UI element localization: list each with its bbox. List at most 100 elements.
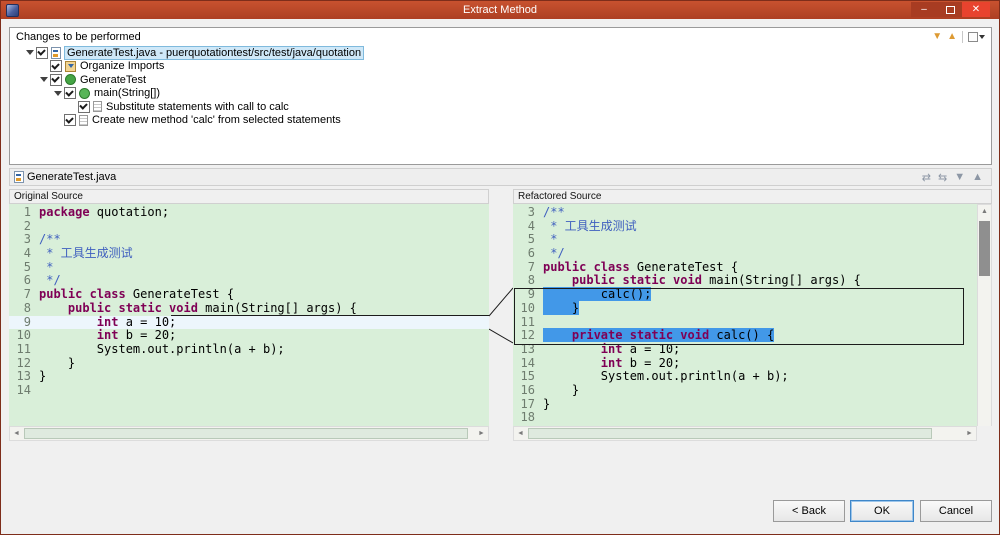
scroll-left-icon[interactable]: ◄ [514,427,527,440]
scroll-right-icon[interactable]: ► [963,427,976,440]
code-line: 2 [13,219,489,234]
code-line: 3 /** [517,205,977,220]
refactored-horizontal-scrollbar[interactable]: ◄ ► [513,426,977,441]
code-text: * [39,259,54,274]
scrollbar-thumb[interactable] [528,428,932,439]
code-text: */ [543,246,565,261]
extract-method-dialog: Extract Method – ✕ Changes to be perform… [0,0,1000,535]
scrollbar-thumb[interactable] [24,428,468,439]
tree-item-label: Organize Imports [80,60,165,73]
copy-change-icon[interactable]: ⇆ [938,171,947,184]
code-line: 10 int b = 20; [13,328,489,343]
original-source-code[interactable]: 1 package quotation; 2 3/** 4 * 工具生成测试 5 * 6 *… [9,204,489,426]
original-horizontal-scrollbar[interactable]: ◄ ► [9,426,489,441]
line-number: 10 [16,328,31,343]
next-change-button[interactable]: ▼ [932,30,942,44]
line-number: 6 [527,246,535,261]
expander-icon[interactable] [52,87,64,100]
java-file-icon [14,171,24,183]
tree-item[interactable]: Substitute statements with call to calc [12,100,989,114]
line-number: 3 [23,232,31,247]
changes-tree[interactable]: GenerateTest.java - puerquotationtest/sr… [12,46,989,162]
code-line: 14 [13,382,489,398]
scrollbar-thumb[interactable] [979,221,990,276]
code-line: 5 * [13,259,489,275]
minimize-button[interactable]: – [911,2,937,17]
code-line: 14 int b = 20; [517,355,977,371]
maximize-button[interactable] [937,2,963,17]
code-text: int b = 20; [600,355,681,370]
cancel-button[interactable]: Cancel [920,500,992,522]
scroll-left-icon[interactable]: ◄ [10,427,23,440]
tree-item[interactable]: Create new method 'calc' from selected s… [12,114,989,128]
method-icon [79,87,90,99]
code-line: 9 calc(); [517,287,977,302]
line-number: 16 [520,382,535,397]
imports-icon [65,60,76,72]
scroll-right-icon[interactable]: ► [475,427,488,440]
code-line: 15 System.out.println(a + b); [517,369,977,384]
code-line: 7 public class GenerateTest { [13,287,489,302]
expander-icon[interactable] [24,46,36,59]
refactored-source-header: Refactored Source [513,189,992,204]
code-line: 17} [517,396,977,412]
code-line: 12 } [13,355,489,371]
tree-item[interactable]: GenerateTest [12,73,989,87]
back-button[interactable]: < Back [773,500,845,522]
code-text: System.out.println(a + b); [39,341,285,356]
titlebar[interactable]: Extract Method – ✕ [1,1,999,19]
line-number: 14 [16,382,31,397]
code-text: } [39,369,47,384]
close-button[interactable]: ✕ [962,2,990,17]
changes-panel-title: Changes to be performed [16,31,141,43]
line-number: 11 [16,341,31,356]
previous-difference-icon[interactable]: ▲ [972,171,983,184]
tree-item[interactable]: Organize Imports [12,60,989,74]
line-number: 13 [16,369,31,384]
refactored-vertical-scrollbar[interactable]: ▲ ▼ [977,204,992,441]
tree-item[interactable]: GenerateTest.java - puerquotationtest/sr… [12,46,989,60]
next-difference-icon[interactable]: ▼ [954,171,965,184]
tree-item-label: Create new method 'calc' from selected s… [92,114,341,127]
checkbox[interactable] [50,60,62,73]
compare-toolbar: ⇄ ⇆ ▼ ▲ [922,171,983,184]
maximize-icon [945,6,955,14]
tree-item-label: Substitute statements with call to calc [106,100,289,113]
line-number: 12 [16,355,31,370]
checkbox[interactable] [50,73,62,86]
code-text: } [543,396,551,411]
code-text: calc(); [543,287,652,302]
checkbox[interactable] [36,46,48,59]
expander-icon[interactable] [38,73,50,86]
line-number: 7 [527,259,535,274]
swap-view-icon[interactable]: ⇄ [922,171,931,184]
code-line: 9 int a = 10; [9,314,489,330]
code-line: 18 [517,411,977,425]
preview-file-label: GenerateTest.java [27,171,117,183]
code-line: 4 * 工具生成测试 [517,219,977,234]
line-number: 7 [23,287,31,302]
ok-button[interactable]: OK [850,500,914,522]
line-number: 6 [23,273,31,288]
tree-item[interactable]: main(String[]) [12,87,989,101]
change-icon [93,101,102,113]
line-number: 9 [23,314,31,329]
checkbox[interactable] [78,100,90,113]
view-menu-button[interactable] [968,32,985,42]
chevron-down-icon [979,35,985,39]
checkbox[interactable] [64,114,76,127]
refactored-source-code[interactable]: 3/** 4 * 工具生成测试 5 * 6 */7 public class Gener… [513,204,977,426]
scroll-up-icon[interactable]: ▲ [978,205,991,218]
line-number: 8 [527,273,535,288]
code-line: 6 */ [517,246,977,261]
checkbox[interactable] [64,87,76,100]
code-line: 1 package quotation; [13,205,489,220]
code-text: /** [543,205,565,219]
previous-change-button[interactable]: ▲ [947,30,957,44]
tree-item-label: GenerateTest.java - puerquotationtest/sr… [63,46,365,60]
line-number: 17 [520,396,535,411]
line-number: 5 [527,232,535,247]
code-line: 7 public class GenerateTest { [517,259,977,275]
code-line: 8 public static void main(String[] args)… [13,301,489,316]
